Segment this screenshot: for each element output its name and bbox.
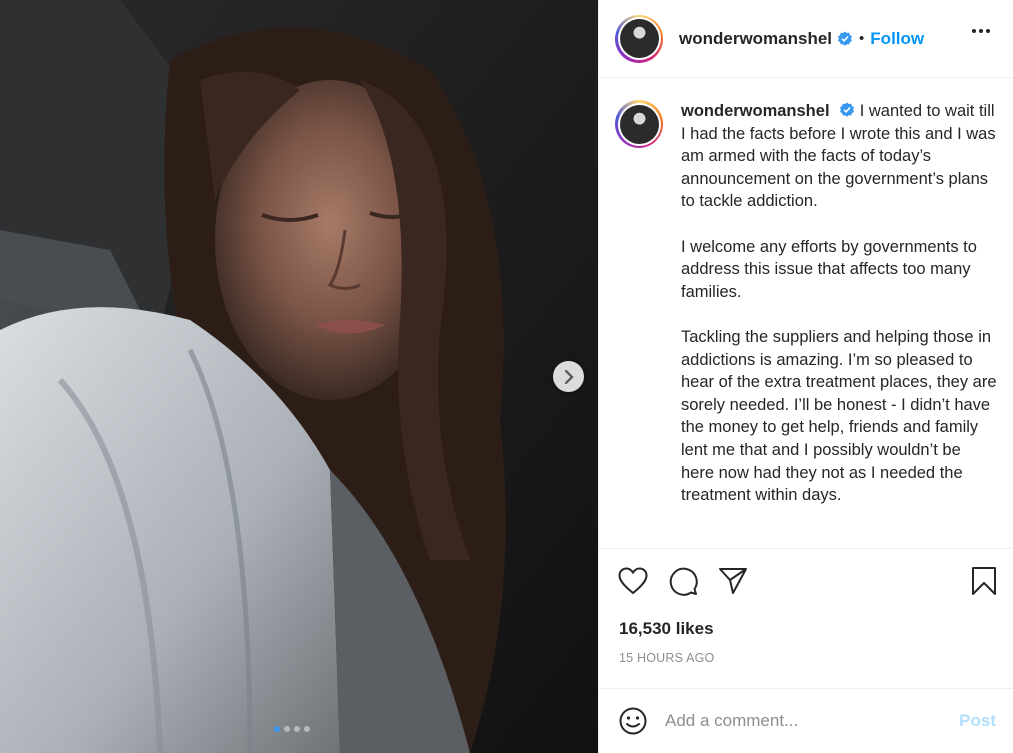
caption-paragraph: I welcome any efforts by governments to … [681, 237, 977, 301]
caption-username[interactable]: wonderwomanshel [681, 102, 830, 120]
verified-badge-icon [838, 31, 853, 46]
comment-input[interactable] [665, 711, 960, 731]
verified-badge-icon [840, 102, 855, 117]
post-actions: 16,530 likes 15 HOURS AGO [599, 548, 1013, 688]
avatar-image [619, 19, 659, 58]
chevron-right-icon [564, 369, 574, 384]
carousel-dot [274, 726, 280, 732]
share-button[interactable] [717, 565, 749, 597]
comment-bubble-icon [669, 567, 698, 596]
caption-paragraph: wonderwomanshel I wanted to wait till I … [681, 100, 997, 213]
instagram-post: wonderwomanshel • Follow wonderwomanshel [0, 0, 1013, 753]
post-comment-button[interactable]: Post [959, 711, 996, 731]
caption-avatar[interactable] [615, 100, 663, 148]
username-link[interactable]: wonderwomanshel [679, 29, 832, 49]
post-photo [0, 0, 598, 753]
like-button[interactable] [617, 565, 649, 597]
likes-count[interactable]: 16,530 likes [619, 619, 714, 639]
more-horizontal-icon[interactable] [971, 28, 991, 34]
avatar-image [619, 104, 659, 144]
avatar[interactable] [615, 14, 663, 63]
smiley-icon [619, 707, 647, 735]
post-header: wonderwomanshel • Follow [599, 0, 1013, 78]
carousel-dot [284, 726, 290, 732]
comment-button[interactable] [667, 565, 699, 597]
carousel-dot [304, 726, 310, 732]
separator-dot: • [859, 30, 865, 47]
comment-bar: Post [599, 688, 1013, 753]
carousel-dot [294, 726, 300, 732]
emoji-button[interactable] [617, 705, 649, 737]
follow-button[interactable]: Follow [870, 29, 924, 49]
post-side-panel: wonderwomanshel • Follow wonderwomanshel [598, 0, 1013, 753]
heart-icon [618, 567, 648, 595]
bookmark-icon [972, 567, 996, 595]
save-button[interactable] [968, 565, 1000, 597]
paper-plane-icon [719, 568, 747, 594]
post-media[interactable] [0, 0, 598, 753]
caption-paragraph: Tackling the suppliers and helping those… [681, 327, 997, 505]
next-slide-button[interactable] [553, 361, 584, 392]
carousel-indicator [274, 726, 310, 732]
post-timestamp[interactable]: 15 HOURS AGO [619, 651, 715, 665]
